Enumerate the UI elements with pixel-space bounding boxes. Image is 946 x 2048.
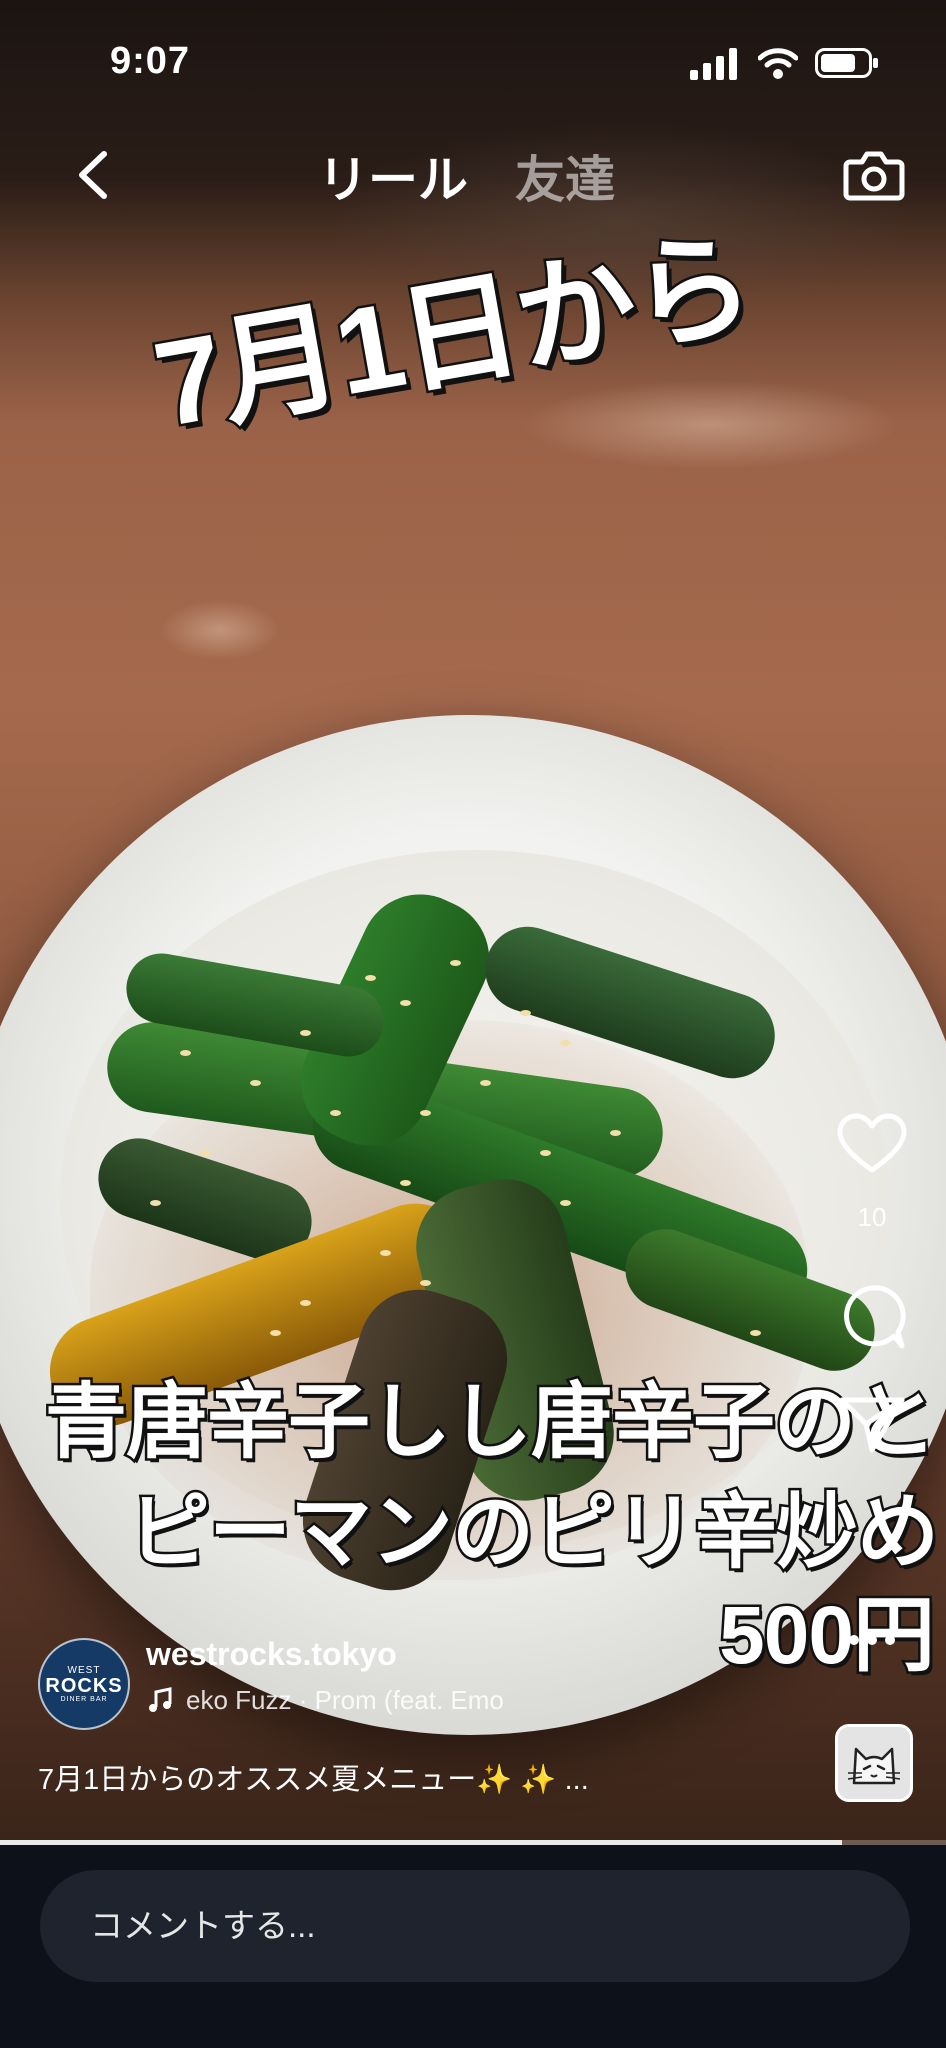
comment-input[interactable] bbox=[40, 1870, 910, 1982]
audio-track-label: eko Fuzz · Prom (feat. Emo bbox=[186, 1685, 504, 1715]
sesame-seed bbox=[365, 975, 376, 981]
sesame-seed bbox=[330, 1110, 341, 1116]
sesame-seed bbox=[400, 1000, 411, 1006]
sesame-seed bbox=[150, 1200, 161, 1206]
caption[interactable]: 7月1日からのオススメ夏メニュー✨ ✨ ... bbox=[38, 1756, 589, 1798]
sesame-seed bbox=[480, 1080, 491, 1086]
sesame-seed bbox=[560, 1040, 571, 1046]
sesame-seed bbox=[300, 1030, 311, 1036]
music-note-icon bbox=[149, 1686, 172, 1712]
sesame-seed bbox=[180, 1050, 191, 1056]
sesame-seed bbox=[450, 960, 461, 966]
sesame-seed bbox=[250, 1080, 261, 1086]
table-light-reflection bbox=[160, 600, 280, 660]
audio-thumbnail[interactable] bbox=[835, 1724, 913, 1802]
sesame-seed bbox=[200, 1150, 211, 1156]
sesame-seed bbox=[420, 1110, 431, 1116]
sesame-seed bbox=[270, 1330, 281, 1336]
status-bar: 9:07 bbox=[0, 0, 946, 130]
avatar-text-middle: ROCKS bbox=[45, 1675, 123, 1697]
more-dots-icon[interactable] bbox=[846, 1630, 898, 1650]
sesame-seed bbox=[560, 1200, 571, 1206]
status-time: 9:07 bbox=[110, 40, 191, 82]
sesame-seed bbox=[380, 1250, 391, 1256]
wifi-icon bbox=[758, 48, 798, 79]
sesame-seed bbox=[420, 1280, 431, 1286]
dish-name-line-2: ピーマンのピリ辛炒め bbox=[125, 1485, 941, 1581]
tab-reels[interactable]: リール bbox=[318, 140, 468, 212]
cat-face-icon bbox=[838, 1727, 910, 1799]
sesame-seed bbox=[540, 1150, 551, 1156]
sesame-seed bbox=[300, 1300, 311, 1306]
dish-name-line-1: 青唐辛子しし唐辛子のと bbox=[42, 1375, 939, 1471]
sesame-seed bbox=[400, 1180, 411, 1186]
tab-friends[interactable]: 友達 bbox=[515, 140, 615, 212]
username[interactable]: westrocks.tokyo bbox=[146, 1636, 397, 1673]
avatar[interactable]: WEST ROCKS DINER BAR bbox=[38, 1638, 130, 1730]
sesame-seed bbox=[520, 1010, 531, 1016]
sesame-seed bbox=[610, 1130, 621, 1136]
sesame-seed bbox=[750, 1330, 761, 1336]
reels-screen: 9:07 リール 友達 7月1日から 青唐辛子しし唐辛子のと ピーマンのピリ辛炒… bbox=[0, 0, 946, 2048]
dish-price: 500円 bbox=[717, 1588, 938, 1684]
send-icon[interactable] bbox=[836, 1392, 908, 1456]
comment-bubble-icon[interactable] bbox=[836, 1282, 908, 1352]
table-light-reflection bbox=[520, 380, 900, 470]
avatar-text-bottom: DINER BAR bbox=[60, 1696, 108, 1703]
camera-icon[interactable] bbox=[842, 144, 906, 204]
heart-icon[interactable] bbox=[836, 1112, 908, 1176]
cellular-signal-icon bbox=[690, 48, 737, 80]
like-count: 10 bbox=[857, 1202, 887, 1232]
battery-icon bbox=[815, 48, 878, 78]
audio-track[interactable]: eko Fuzz · Prom (feat. Emo bbox=[146, 1685, 566, 1716]
chevron-left-icon[interactable] bbox=[70, 148, 118, 202]
